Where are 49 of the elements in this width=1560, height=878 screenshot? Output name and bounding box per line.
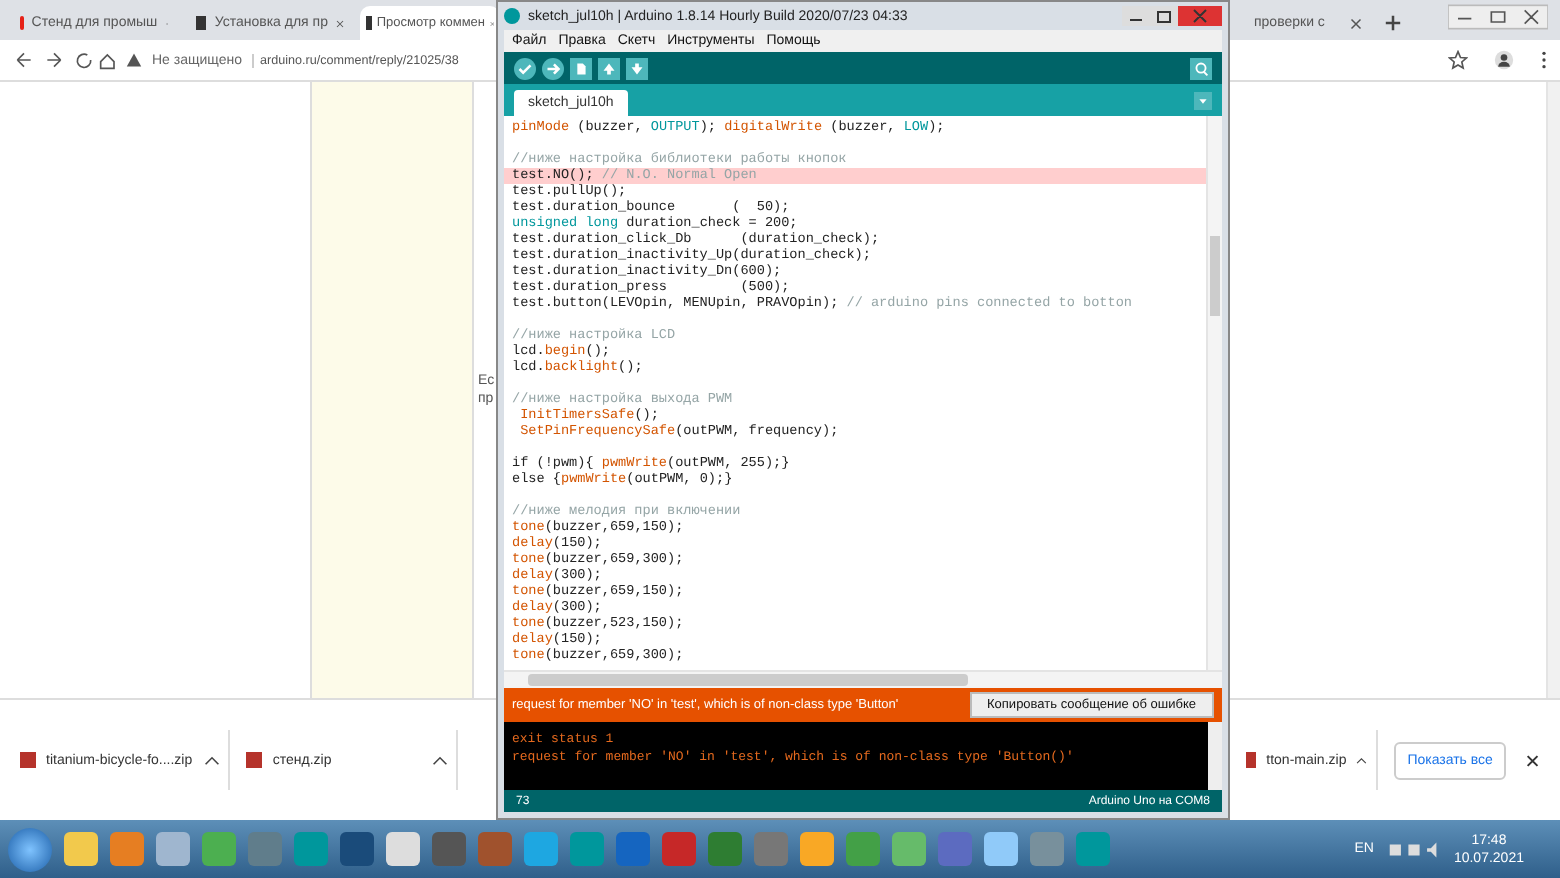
arrow-down-icon[interactable] [626, 57, 648, 79]
chevron-icon[interactable] [204, 755, 221, 765]
arduino-logo-icon [504, 8, 520, 24]
taskbar-app-icon[interactable] [570, 832, 604, 866]
taskbar-app-icon[interactable] [524, 832, 558, 866]
taskbar-app-icon[interactable] [662, 832, 696, 866]
tray-icons[interactable] [1385, 839, 1442, 859]
chevron-icon[interactable] [431, 755, 448, 765]
taskbar-app-icon[interactable] [110, 832, 144, 866]
scrollbar[interactable] [1208, 722, 1222, 790]
taskbar-app-icon[interactable] [892, 832, 926, 866]
taskbar-app-icon[interactable] [64, 832, 98, 866]
chevron-icon[interactable] [1356, 755, 1368, 765]
scrollbar[interactable] [504, 670, 1222, 688]
window-controls-icon[interactable] [1122, 6, 1222, 26]
new-file-icon[interactable] [570, 57, 592, 79]
arrow-right-icon[interactable] [542, 57, 564, 79]
archive-icon [1245, 752, 1257, 768]
scrollbar[interactable] [1546, 82, 1560, 698]
check-icon[interactable] [514, 57, 536, 79]
warning-icon [126, 52, 142, 68]
menu-icon[interactable] [1540, 50, 1548, 70]
taskbar-app-icon[interactable] [432, 832, 466, 866]
taskbar-app-icon[interactable] [984, 832, 1018, 866]
taskbar-app-icon[interactable] [156, 832, 190, 866]
taskbar-app-icon[interactable] [202, 832, 236, 866]
taskbar-app-icon[interactable] [846, 832, 880, 866]
start-button[interactable] [8, 827, 52, 871]
taskbar-app-icon[interactable] [340, 832, 374, 866]
profile-icon[interactable] [1494, 50, 1514, 70]
taskbar-app-icon[interactable] [616, 832, 650, 866]
taskbar-app-icon[interactable] [708, 832, 742, 866]
scrollbar[interactable] [1206, 116, 1222, 670]
taskbar-app-icon[interactable] [800, 832, 834, 866]
taskbar-app-icon[interactable] [386, 832, 420, 866]
dropdown-icon[interactable] [1194, 91, 1212, 109]
taskbar-app-icon[interactable] [294, 832, 328, 866]
taskbar-app-icon[interactable] [1076, 832, 1110, 866]
site-icon [366, 16, 373, 30]
navigation-icon[interactable] [12, 50, 116, 70]
taskbar-app-icon[interactable] [1030, 832, 1064, 866]
arrow-up-icon[interactable] [598, 57, 620, 79]
star-icon[interactable] [1448, 50, 1468, 70]
window-controls-icon[interactable] [1448, 4, 1548, 30]
archive-icon [246, 752, 263, 768]
archive-icon [20, 752, 36, 768]
site-icon [196, 16, 207, 30]
new-tab-icon[interactable] [1384, 14, 1402, 32]
magnifier-icon[interactable] [1190, 57, 1212, 79]
